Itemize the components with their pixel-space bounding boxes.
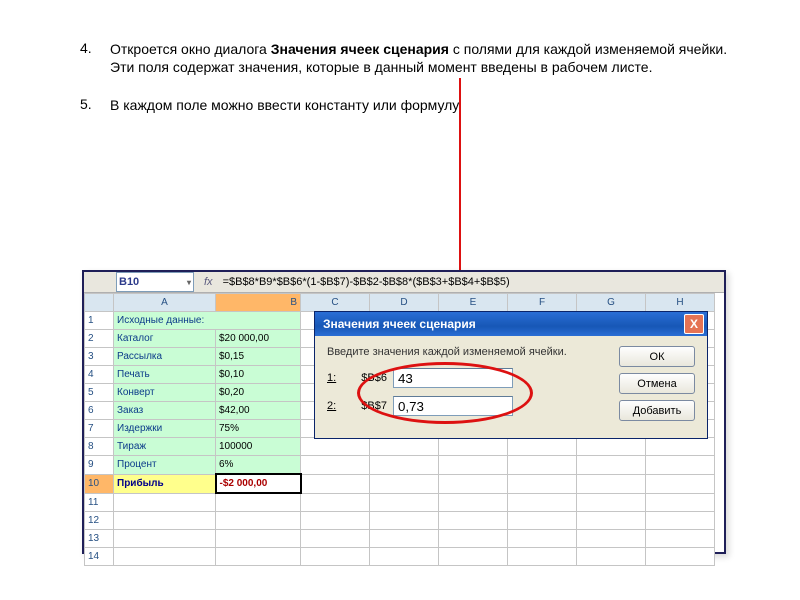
cell-ref: $B$6: [345, 372, 387, 384]
dialog-titlebar[interactable]: Значения ячеек сценария X: [315, 312, 707, 336]
formula-bar: B10 ▾ fx =$B$8*B9*$B$6*(1-$B$7)-$B$2-$B$…: [84, 272, 724, 293]
list-number: 5.: [80, 96, 110, 114]
scenario-values-dialog: Значения ячеек сценария X Введите значен…: [314, 311, 708, 439]
col-header[interactable]: A: [114, 294, 216, 312]
chevron-down-icon[interactable]: ▾: [187, 278, 191, 287]
formula-text[interactable]: =$B$8*B9*$B$6*(1-$B$7)-$B$2-$B$8*($B$3+$…: [223, 276, 510, 288]
ok-button[interactable]: ОК: [619, 346, 695, 367]
col-header[interactable]: C: [301, 294, 370, 312]
scenario-value-input-2[interactable]: [393, 396, 513, 416]
name-box[interactable]: B10 ▾: [116, 272, 194, 292]
fx-label[interactable]: fx: [204, 276, 213, 288]
list-text: В каждом поле можно ввести константу или…: [110, 96, 740, 114]
list-item-5: 5. В каждом поле можно ввести константу …: [80, 96, 740, 114]
add-button[interactable]: Добавить: [619, 400, 695, 421]
col-header[interactable]: D: [370, 294, 439, 312]
list-text: Откроется окно диалога Значения ячеек сц…: [110, 40, 740, 76]
col-header[interactable]: G: [577, 294, 646, 312]
col-header[interactable]: F: [508, 294, 577, 312]
scenario-value-input-1[interactable]: [393, 368, 513, 388]
selected-cell[interactable]: -$2 000,00: [216, 474, 301, 493]
excel-window: B10 ▾ fx =$B$8*B9*$B$6*(1-$B$7)-$B$2-$B$…: [82, 270, 726, 554]
close-icon[interactable]: X: [684, 314, 704, 334]
col-header[interactable]: B: [216, 294, 301, 312]
dialog-title: Значения ячеек сценария: [323, 317, 476, 331]
corner-cell[interactable]: [85, 294, 114, 312]
col-header[interactable]: E: [439, 294, 508, 312]
col-header[interactable]: H: [646, 294, 715, 312]
list-item-4: 4. Откроется окно диалога Значения ячеек…: [80, 40, 740, 76]
cancel-button[interactable]: Отмена: [619, 373, 695, 394]
list-number: 4.: [80, 40, 110, 76]
cell-ref: $B$7: [345, 400, 387, 412]
